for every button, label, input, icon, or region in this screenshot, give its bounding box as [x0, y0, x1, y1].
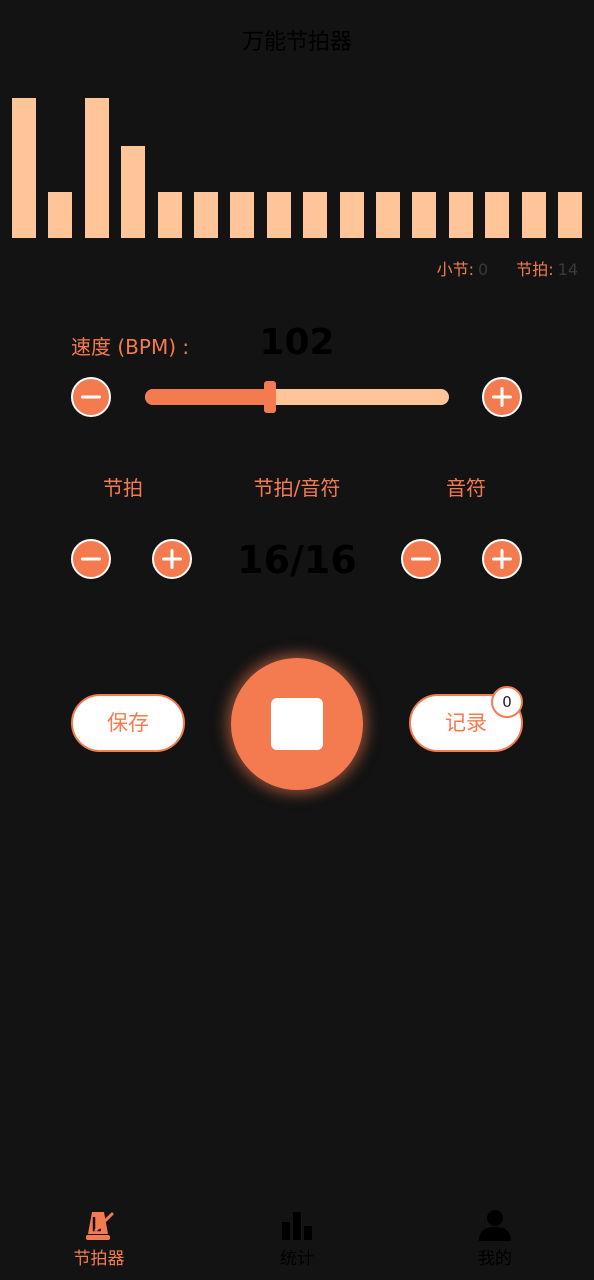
beat-visualizer — [12, 90, 582, 238]
tempo-slider[interactable] — [145, 381, 449, 413]
nav-label-profile: 我的 — [478, 1249, 512, 1269]
beat-counter-row: 小节: 0 节拍: 14 — [437, 256, 578, 280]
bottom-nav: 节拍器 统计 我的 — [0, 1200, 594, 1280]
tempo-value: 102 — [259, 322, 335, 363]
beat-value: 14 — [557, 260, 578, 279]
beat-bar — [412, 192, 436, 238]
record-label: 记录 — [445, 711, 487, 735]
time-signature-value: 16/16 — [237, 538, 357, 582]
beat-bar — [230, 192, 254, 238]
nav-label-metronome: 节拍器 — [73, 1249, 125, 1269]
stop-button[interactable] — [231, 658, 363, 790]
metronome-icon — [86, 1212, 114, 1240]
beat-bar — [303, 192, 327, 238]
nav-item-stats[interactable]: 统计 — [198, 1200, 396, 1280]
beat-bar — [12, 98, 36, 238]
tempo-increase-button[interactable] — [482, 377, 522, 417]
plus-icon — [492, 387, 512, 407]
tempo-slider-fill — [145, 389, 270, 405]
tempo-decrease-button[interactable] — [71, 377, 111, 417]
user-icon — [479, 1210, 511, 1241]
beat-bar — [522, 192, 546, 238]
plus-icon — [162, 549, 182, 569]
record-button[interactable]: 记录 0 — [409, 686, 523, 752]
beat-bar — [376, 192, 400, 238]
minus-icon — [81, 395, 101, 399]
stop-icon — [271, 698, 323, 750]
measure-label: 小节: — [436, 260, 475, 279]
beats-label: 节拍 — [103, 476, 143, 500]
beat-bar — [485, 192, 509, 238]
beat-bar — [121, 146, 145, 238]
beat-counter: 节拍: 14 — [516, 256, 578, 280]
bar-chart-icon — [282, 1212, 312, 1240]
signature-label: 节拍/音符 — [253, 476, 341, 500]
beats-decrease-button[interactable] — [71, 539, 111, 579]
record-count-badge: 0 — [491, 686, 523, 718]
save-button[interactable]: 保存 — [71, 694, 185, 752]
beat-bar — [48, 192, 72, 238]
beat-label: 节拍: — [516, 260, 554, 279]
nav-item-profile[interactable]: 我的 — [396, 1200, 594, 1280]
nav-label-stats: 统计 — [280, 1249, 314, 1269]
note-increase-button[interactable] — [482, 539, 522, 579]
beat-bar — [340, 192, 364, 238]
measure-counter: 小节: 0 — [437, 256, 489, 280]
nav-item-metronome[interactable]: 节拍器 — [0, 1200, 198, 1280]
note-decrease-button[interactable] — [401, 539, 441, 579]
page-title: 万能节拍器 — [241, 30, 352, 55]
tempo-slider-thumb[interactable] — [264, 381, 276, 413]
beats-increase-button[interactable] — [152, 539, 192, 579]
beat-bar — [194, 192, 218, 238]
metronome-screen: 万能节拍器 小节: 0 节拍: 14 速度 (BPM) : 102 节拍 节拍/音符… — [0, 0, 594, 1280]
beat-bar — [267, 192, 291, 238]
beat-bar — [449, 192, 473, 238]
beat-bar — [158, 192, 182, 238]
beat-bar — [558, 192, 582, 238]
minus-icon — [411, 557, 431, 561]
beat-bar — [85, 98, 109, 238]
plus-icon — [492, 549, 512, 569]
note-label: 音符 — [446, 476, 486, 500]
minus-icon — [81, 557, 101, 561]
tempo-label: 速度 (BPM) : — [71, 335, 190, 359]
measure-value: 0 — [478, 260, 489, 279]
